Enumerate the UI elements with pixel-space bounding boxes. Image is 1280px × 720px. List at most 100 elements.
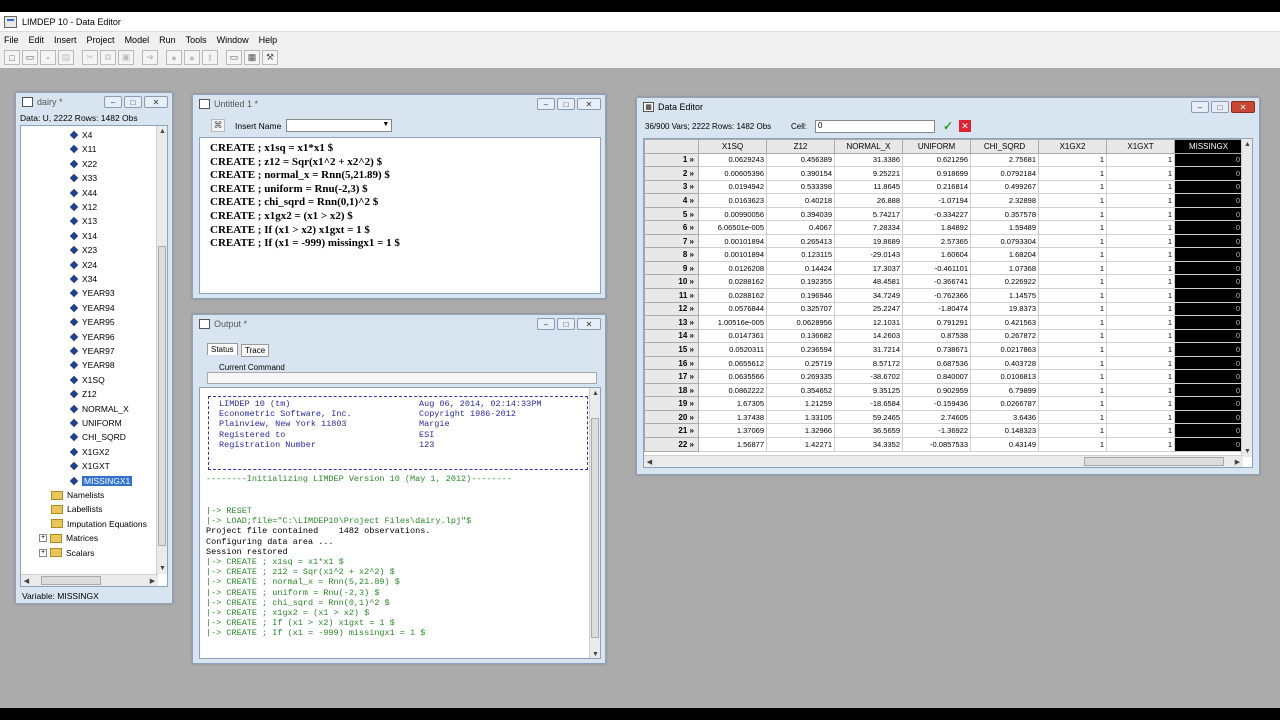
row-header[interactable]: 21 » [644, 423, 699, 439]
open-folder-icon[interactable]: ▭ [22, 50, 38, 65]
data-cell[interactable]: 0 [1174, 247, 1243, 262]
row-header[interactable]: 15 » [644, 342, 699, 357]
data-cell[interactable]: 0 [1174, 315, 1243, 330]
data-cell[interactable]: 1 [1038, 437, 1107, 452]
data-cell[interactable]: 1 [1106, 342, 1175, 357]
tree-variable[interactable]: X24 [69, 258, 97, 272]
data-cell[interactable]: 0 [1174, 274, 1243, 289]
data-grid-icon[interactable]: ▦ [244, 50, 260, 65]
tree-variable[interactable]: MISSINGX1 [69, 474, 133, 488]
scroll-down-icon[interactable]: ▼ [1242, 446, 1252, 457]
data-cell[interactable]: -0.762366 [902, 288, 971, 303]
data-cell[interactable]: 0.791291 [902, 315, 971, 330]
scroll-right-icon[interactable]: ▶ [147, 575, 158, 586]
tree-variable[interactable]: X22 [69, 157, 97, 171]
close-icon[interactable]: ✕ [144, 96, 168, 108]
data-cell[interactable]: 0.0194942 [698, 179, 767, 195]
data-cell[interactable]: 48.4581 [834, 274, 903, 289]
data-cell[interactable]: 1.67305 [698, 396, 767, 411]
tree-variable[interactable]: X44 [69, 186, 97, 200]
data-cell[interactable]: 0.354652 [766, 382, 835, 398]
data-cell[interactable]: 1 [1038, 193, 1107, 208]
data-cell[interactable]: 1.07368 [970, 260, 1039, 276]
data-cell[interactable]: 1 [1106, 166, 1175, 181]
data-cell[interactable]: 1.33105 [766, 409, 835, 425]
menu-help[interactable]: Help [259, 35, 278, 45]
data-cell[interactable]: 1 [1106, 288, 1175, 303]
data-cell[interactable]: 1 [1038, 315, 1107, 330]
scroll-up-icon[interactable]: ▲ [590, 388, 600, 399]
data-cell[interactable]: 1 [1106, 247, 1175, 262]
tree-variable[interactable]: X33 [69, 171, 97, 185]
new-file-icon[interactable]: □ [4, 50, 20, 65]
tree-vertical-scrollbar[interactable]: ▲ ▼ [156, 126, 167, 574]
data-cell[interactable]: 0.87538 [902, 328, 971, 344]
tree-folder[interactable]: + Scalars [39, 546, 94, 560]
data-cell[interactable]: 0 [1174, 193, 1243, 208]
column-header[interactable]: CHI_SQRD [970, 139, 1039, 154]
data-cell[interactable]: 1 [1038, 396, 1107, 411]
data-cell[interactable]: 0.499267 [970, 179, 1039, 195]
menu-tools[interactable]: Tools [186, 35, 207, 45]
data-cell[interactable]: 1 [1106, 220, 1175, 235]
data-cell[interactable]: 1 [1038, 288, 1107, 303]
data-cell[interactable]: 26.888 [834, 193, 903, 208]
copy-icon[interactable]: ⧉ [100, 50, 116, 65]
tab-status[interactable]: Status [207, 343, 238, 355]
data-cell[interactable]: -1.07194 [902, 193, 971, 208]
pause-icon[interactable]: ‖ [202, 50, 218, 65]
tree-variable[interactable]: CHI_SQRD [69, 430, 126, 444]
tree-variable[interactable]: X13 [69, 214, 97, 228]
data-cell[interactable]: 7.28334 [834, 220, 903, 235]
data-cell[interactable]: 31.7214 [834, 342, 903, 357]
tree-variable[interactable]: YEAR94 [69, 301, 115, 315]
data-cell[interactable]: 0.269335 [766, 369, 835, 384]
tree-variable[interactable]: X14 [69, 229, 97, 243]
data-cell[interactable]: 2.74605 [902, 409, 971, 425]
data-cell[interactable]: 0.0266787 [970, 396, 1039, 411]
paste-icon[interactable]: ▣ [118, 50, 134, 65]
data-cell[interactable]: 1 [1106, 179, 1175, 195]
menu-run[interactable]: Run [159, 35, 176, 45]
scroll-down-icon[interactable]: ▼ [590, 649, 600, 658]
data-cell[interactable]: 0.00990056 [698, 206, 767, 222]
minimize-icon[interactable]: – [537, 318, 555, 330]
data-cell[interactable]: -0.366741 [902, 274, 971, 289]
data-cell[interactable]: 59.2465 [834, 409, 903, 425]
data-cell[interactable]: 0.403728 [970, 355, 1039, 371]
scroll-right-icon[interactable]: ▶ [1232, 456, 1243, 467]
data-cell[interactable]: 1 [1038, 274, 1107, 289]
tree-scroll-thumb[interactable] [158, 246, 166, 546]
data-cell[interactable]: 0.325707 [766, 301, 835, 317]
data-cell[interactable]: 12.1031 [834, 315, 903, 330]
data-cell[interactable]: 9.25221 [834, 166, 903, 181]
maximize-icon[interactable]: □ [1211, 101, 1229, 113]
expand-icon[interactable]: + [39, 548, 47, 557]
data-cell[interactable]: 1 [1038, 382, 1107, 398]
tree-variable[interactable]: X1GXT [69, 459, 110, 473]
data-cell[interactable]: -0.461101 [902, 260, 971, 276]
data-cell[interactable]: 36.5659 [834, 423, 903, 439]
data-cell[interactable]: 0.456389 [766, 152, 835, 168]
data-cell[interactable]: 0 [1174, 369, 1243, 384]
cell-input[interactable]: 0 [815, 120, 935, 133]
scroll-down-icon[interactable]: ▼ [157, 563, 167, 574]
data-cell[interactable]: 0 [1174, 423, 1243, 439]
data-cell[interactable]: -1.80474 [902, 301, 971, 317]
column-header[interactable]: UNIFORM [902, 139, 971, 154]
data-cell[interactable]: 0.0792184 [970, 166, 1039, 181]
row-header[interactable]: 9 » [644, 260, 699, 276]
data-cell[interactable]: 2.57365 [902, 233, 971, 249]
data-cell[interactable]: 1.59489 [970, 220, 1039, 235]
column-header[interactable]: X1SQ [698, 139, 767, 154]
data-cell[interactable]: 1 [1038, 220, 1107, 235]
output-scroll-thumb[interactable] [591, 418, 599, 638]
scroll-up-icon[interactable]: ▲ [1242, 139, 1252, 150]
data-cell[interactable]: 0.0288162 [698, 274, 767, 289]
data-cell[interactable]: 0.192355 [766, 274, 835, 289]
go-icon[interactable]: ● [166, 50, 182, 65]
data-cell[interactable]: 1.21259 [766, 396, 835, 411]
data-cell[interactable]: -0.159436 [902, 396, 971, 411]
data-cell[interactable]: 1 [1038, 166, 1107, 181]
data-cell[interactable]: 1 [1038, 369, 1107, 384]
